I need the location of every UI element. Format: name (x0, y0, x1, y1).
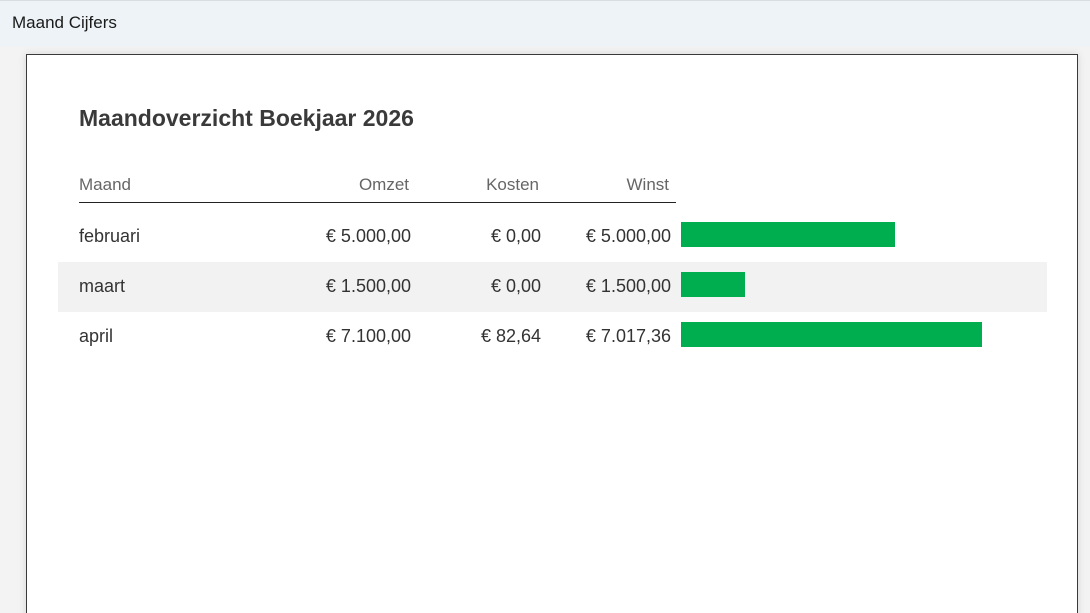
app-window: Maand Cijfers Maandoverzicht Boekjaar 20… (0, 0, 1090, 613)
window-title: Maand Cijfers (12, 13, 117, 32)
profit-bar (681, 322, 982, 347)
revenue-cell: € 7.100,00 (325, 326, 411, 346)
profit-bar (681, 222, 895, 247)
table-row: maart € 1.500,00 € 0,00 € 1.500,00 (58, 262, 1047, 312)
revenue-cell: € 1.500,00 (325, 276, 411, 296)
month-cell: april (79, 326, 114, 346)
report-title: Maandoverzicht Boekjaar 2026 (79, 105, 414, 131)
column-header-revenue: Omzet (358, 175, 409, 194)
column-header-month: Maand (79, 175, 131, 194)
profit-cell: € 5.000,00 (585, 226, 671, 246)
column-header-costs: Kosten (486, 175, 539, 194)
report-page: Maandoverzicht Boekjaar 2026 Maand Omzet… (26, 54, 1078, 613)
header-rule (79, 202, 676, 203)
costs-cell: € 0,00 (490, 226, 541, 246)
column-header-profit: Winst (626, 175, 670, 194)
costs-cell: € 82,64 (480, 326, 541, 346)
month-cell: februari (79, 226, 141, 246)
profit-bar (681, 272, 745, 297)
revenue-cell: € 5.000,00 (325, 226, 411, 246)
profit-cell: € 7.017,36 (585, 326, 671, 346)
title-bar[interactable]: Maand Cijfers (0, 1, 1090, 46)
table-row: april € 7.100,00 € 82,64 € 7.017,36 (58, 312, 1047, 362)
profit-cell: € 1.500,00 (585, 276, 671, 296)
month-cell: maart (79, 276, 126, 296)
table-row: februari € 5.000,00 € 0,00 € 5.000,00 (58, 212, 1047, 262)
costs-cell: € 0,00 (490, 276, 541, 296)
